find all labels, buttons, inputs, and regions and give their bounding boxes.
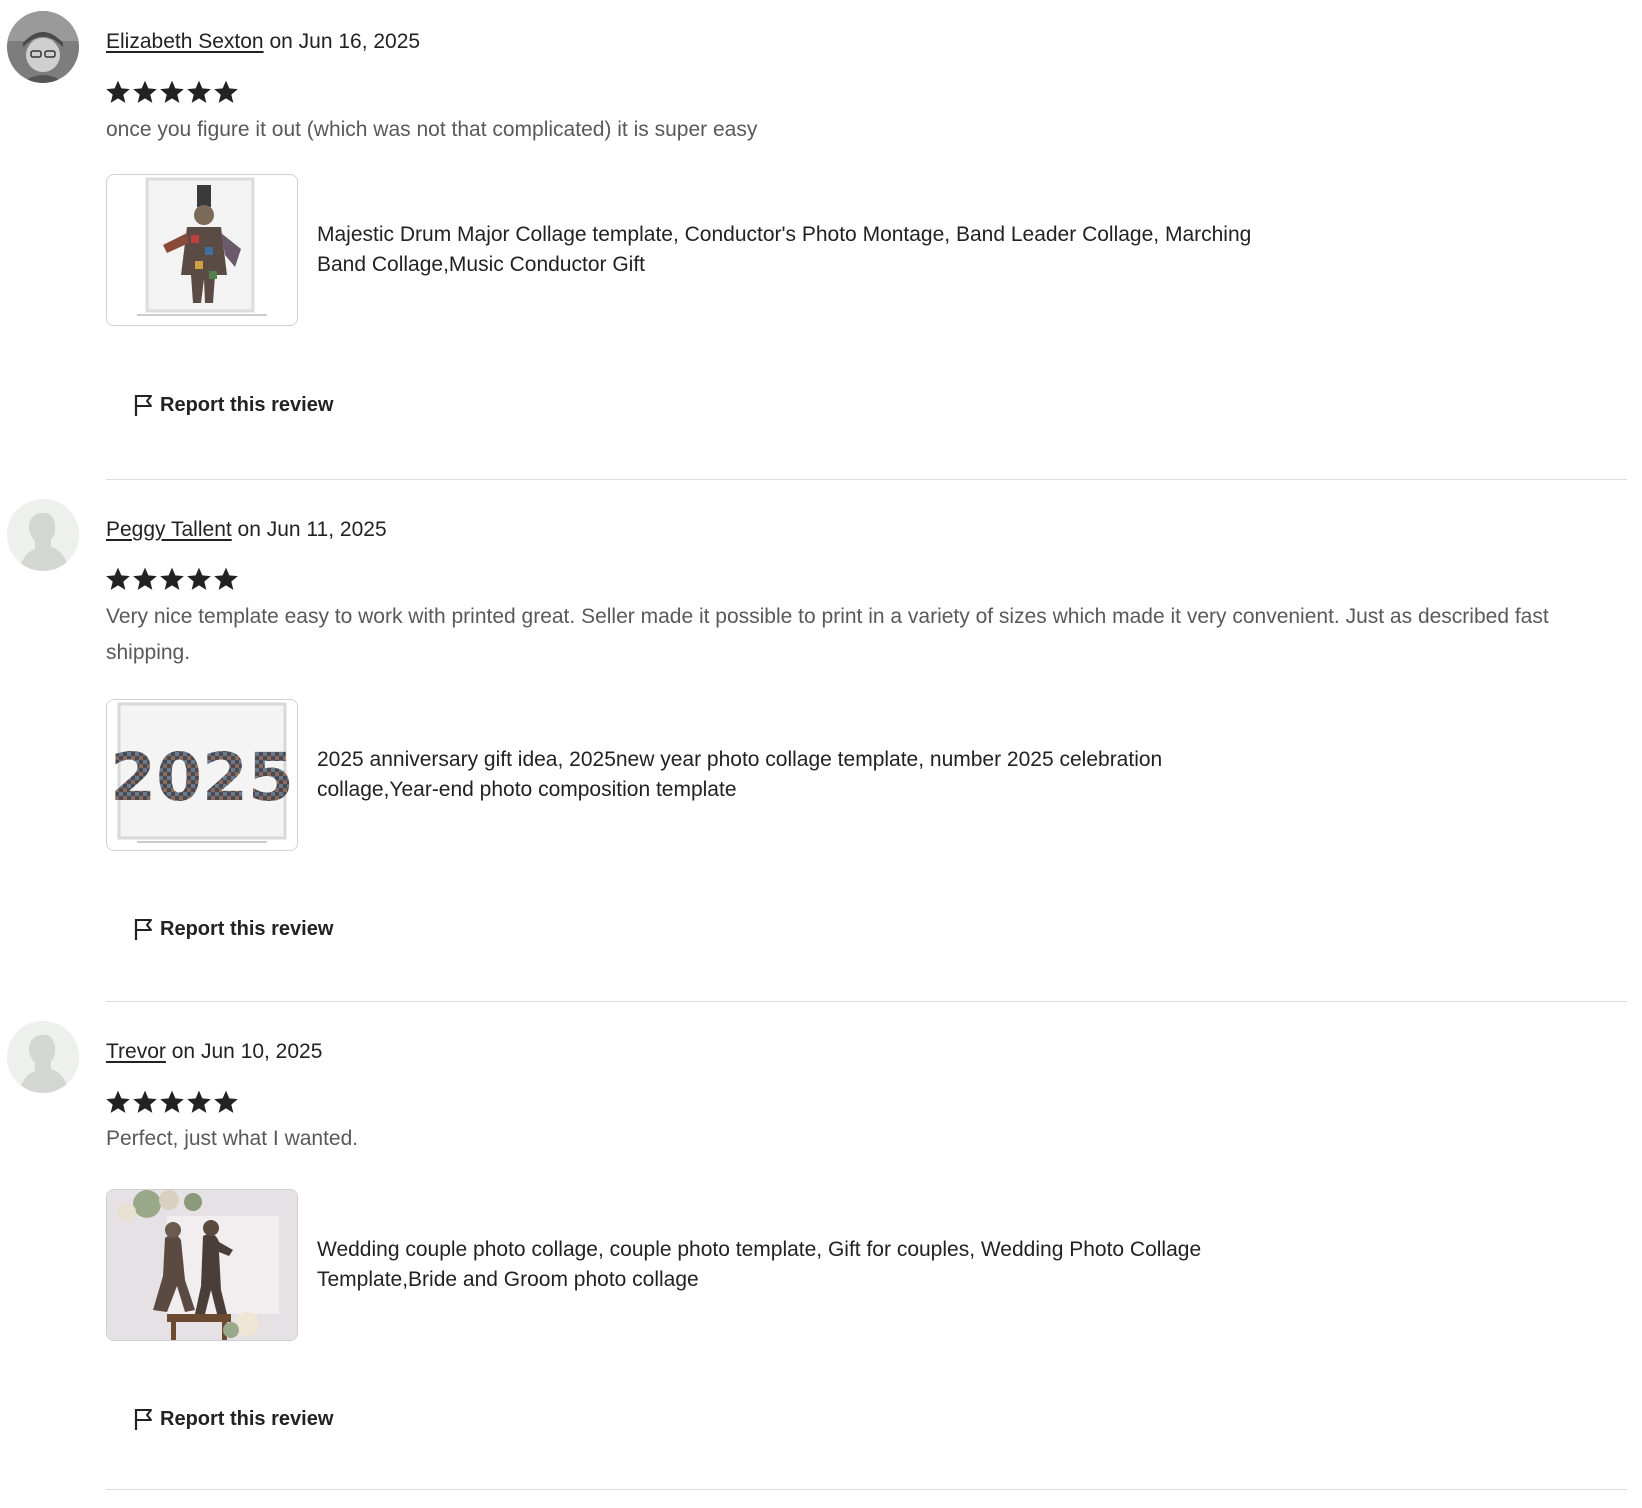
review-item: Trevor on Jun 10, 2025 Perfect, just wha… [0, 1009, 1642, 1499]
star-rating [105, 566, 239, 592]
product-title[interactable]: Majestic Drum Major Collage template, Co… [317, 220, 1277, 280]
star-icon [214, 567, 238, 590]
review-divider [106, 1489, 1627, 1490]
review-byline: Trevor on Jun 10, 2025 [106, 1038, 322, 1066]
star-icon [214, 1090, 238, 1113]
purchased-item-link[interactable]: Majestic Drum Major Collage template, Co… [106, 174, 1277, 326]
star-icon [187, 567, 211, 590]
star-rating [105, 1089, 239, 1115]
person-silhouette-icon [7, 1021, 79, 1093]
star-icon [187, 80, 211, 103]
report-review-label: Report this review [160, 917, 334, 940]
star-icon [214, 80, 238, 103]
report-review-button[interactable]: Report this review [132, 917, 333, 941]
reviewer-name-link[interactable]: Peggy Tallent [106, 518, 232, 541]
person-silhouette-icon [7, 499, 79, 571]
reviewer-avatar[interactable] [7, 499, 79, 571]
reviewer-avatar[interactable] [7, 11, 79, 83]
review-text: Very nice template easy to work with pri… [106, 605, 1549, 664]
flag-icon [134, 395, 152, 416]
review-text: Perfect, just what I wanted. [106, 1127, 359, 1150]
product-thumbnail[interactable]: 2025 [106, 699, 298, 851]
star-icon [133, 567, 157, 590]
star-icon [133, 80, 157, 103]
review-item: Elizabeth Sexton on Jun 16, 2025 once yo… [0, 0, 1642, 490]
star-icon [106, 1090, 130, 1113]
report-review-button[interactable]: Report this review [132, 393, 333, 417]
reviewer-name-link[interactable]: Elizabeth Sexton [106, 30, 264, 53]
star-icon [160, 1090, 184, 1113]
review-item: Peggy Tallent on Jun 11, 2025 Very nice … [0, 487, 1642, 1002]
review-divider [106, 479, 1627, 480]
review-text: once you figure it out (which was not th… [106, 118, 758, 141]
star-icon [106, 567, 130, 590]
star-icon [160, 80, 184, 103]
avatar-photo [7, 11, 79, 83]
reviewer-avatar[interactable] [7, 1021, 79, 1093]
product-thumbnail[interactable] [106, 174, 298, 326]
report-review-label: Report this review [160, 393, 334, 416]
report-review-button[interactable]: Report this review [132, 1407, 333, 1431]
review-divider [106, 1001, 1627, 1002]
flag-icon [134, 1409, 152, 1430]
review-date: on Jun 11, 2025 [237, 518, 387, 541]
wedding-couple-collage-image [107, 1190, 297, 1340]
thumbnail-2025-text: 2025 [110, 739, 294, 816]
reviewer-name-link[interactable]: Trevor [106, 1040, 166, 1063]
purchased-item-link[interactable]: Wedding couple photo collage, couple pho… [106, 1189, 1277, 1341]
report-review-label: Report this review [160, 1407, 334, 1430]
number-2025-collage-image: 2025 [107, 700, 297, 850]
star-icon [133, 1090, 157, 1113]
drum-major-collage-image [107, 175, 297, 325]
review-byline: Peggy Tallent on Jun 11, 2025 [106, 516, 387, 544]
flag-icon [134, 919, 152, 940]
star-icon [106, 80, 130, 103]
review-date: on Jun 16, 2025 [269, 30, 421, 53]
star-icon [187, 1090, 211, 1113]
review-date: on Jun 10, 2025 [171, 1040, 323, 1063]
product-title[interactable]: 2025 anniversary gift idea, 2025new year… [317, 745, 1277, 805]
product-title[interactable]: Wedding couple photo collage, couple pho… [317, 1235, 1277, 1295]
purchased-item-link[interactable]: 2025 2025 anniversary gift idea, 2025new… [106, 699, 1277, 851]
product-thumbnail[interactable] [106, 1189, 298, 1341]
star-rating [105, 79, 239, 105]
review-byline: Elizabeth Sexton on Jun 16, 2025 [106, 28, 420, 56]
star-icon [160, 567, 184, 590]
